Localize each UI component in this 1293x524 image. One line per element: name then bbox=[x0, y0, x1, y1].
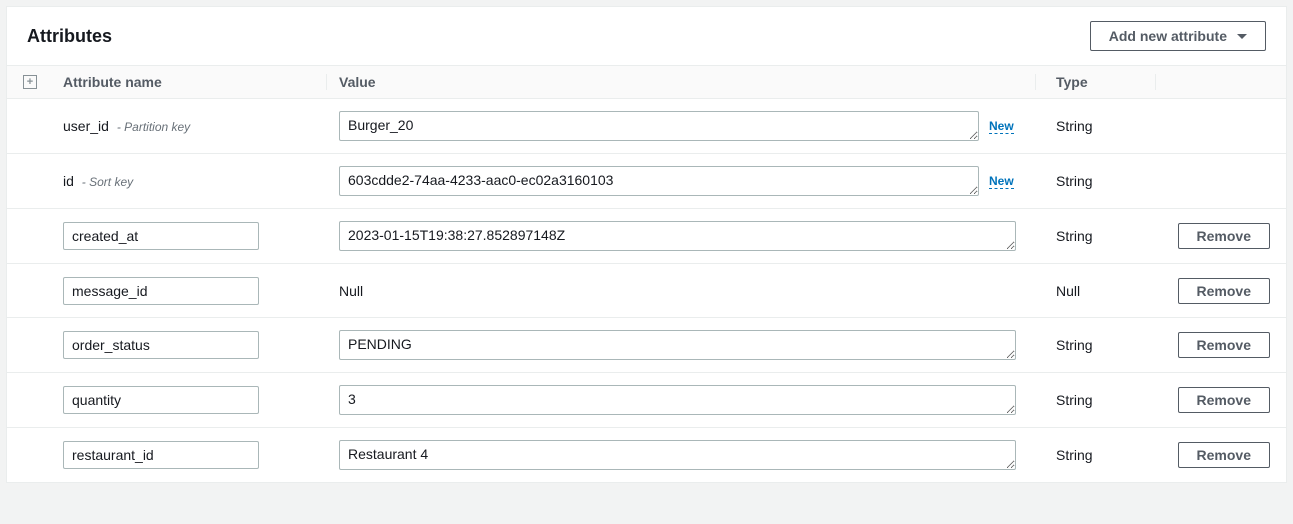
table-row: 3 String Remove bbox=[7, 373, 1286, 428]
table-row: Null Null Remove bbox=[7, 264, 1286, 318]
table-row: 2023-01-15T19:38:27.852897148Z String Remo… bbox=[7, 209, 1286, 264]
attribute-type-label: String bbox=[1056, 118, 1093, 134]
table-header-row: + Attribute name Value Type bbox=[7, 65, 1286, 99]
attribute-name-input[interactable] bbox=[63, 441, 259, 469]
attributes-panel: Attributes Add new attribute + Attribute… bbox=[6, 6, 1287, 483]
column-header-value: Value bbox=[327, 74, 1036, 90]
panel-title: Attributes bbox=[27, 26, 112, 47]
remove-button[interactable]: Remove bbox=[1178, 278, 1270, 304]
table-row: id - Sort key 603cdde2-74aa-4233-aac0-ec0… bbox=[7, 154, 1286, 209]
attribute-value-input[interactable]: 2023-01-15T19:38:27.852897148Z bbox=[339, 221, 1016, 251]
panel-header: Attributes Add new attribute bbox=[7, 7, 1286, 65]
column-header-name: Attribute name bbox=[53, 74, 327, 90]
attribute-type-label: Null bbox=[1056, 283, 1080, 299]
attribute-name-input[interactable] bbox=[63, 222, 259, 250]
add-attribute-button[interactable]: Add new attribute bbox=[1090, 21, 1266, 51]
new-indicator: New bbox=[989, 119, 1014, 134]
attribute-value-input[interactable]: 603cdde2-74aa-4233-aac0-ec02a3160103 bbox=[339, 166, 979, 196]
remove-button[interactable]: Remove bbox=[1178, 387, 1270, 413]
remove-button[interactable]: Remove bbox=[1178, 223, 1270, 249]
remove-button[interactable]: Remove bbox=[1178, 332, 1270, 358]
attribute-name-label: id bbox=[63, 173, 74, 189]
new-indicator: New bbox=[989, 174, 1014, 189]
table-body: user_id - Partition key Burger_20 New Strin… bbox=[7, 99, 1286, 482]
sort-key-hint: - Sort key bbox=[82, 175, 133, 189]
attribute-type-label: String bbox=[1056, 447, 1093, 463]
attribute-type-label: String bbox=[1056, 392, 1093, 408]
table-row: Restaurant 4 String Remove bbox=[7, 428, 1286, 482]
table-row: user_id - Partition key Burger_20 New Strin… bbox=[7, 99, 1286, 154]
expand-all-icon[interactable]: + bbox=[23, 75, 37, 89]
column-header-type: Type bbox=[1036, 74, 1156, 90]
partition-key-hint: - Partition key bbox=[117, 120, 190, 134]
table-row: PENDING String Remove bbox=[7, 318, 1286, 373]
attribute-value-input[interactable]: Burger_20 bbox=[339, 111, 979, 141]
attribute-type-label: String bbox=[1056, 173, 1093, 189]
caret-down-icon bbox=[1237, 34, 1247, 39]
add-attribute-label: Add new attribute bbox=[1109, 28, 1227, 44]
attribute-name-input[interactable] bbox=[63, 277, 259, 305]
attribute-value-input[interactable]: 3 bbox=[339, 385, 1016, 415]
attribute-name-input[interactable] bbox=[63, 331, 259, 359]
attribute-type-label: String bbox=[1056, 337, 1093, 353]
attribute-value-input[interactable]: Restaurant 4 bbox=[339, 440, 1016, 470]
remove-button[interactable]: Remove bbox=[1178, 442, 1270, 468]
attribute-name-label: user_id bbox=[63, 118, 109, 134]
null-value-label: Null bbox=[339, 283, 363, 299]
attribute-type-label: String bbox=[1056, 228, 1093, 244]
attribute-value-input[interactable]: PENDING bbox=[339, 330, 1016, 360]
attribute-name-input[interactable] bbox=[63, 386, 259, 414]
